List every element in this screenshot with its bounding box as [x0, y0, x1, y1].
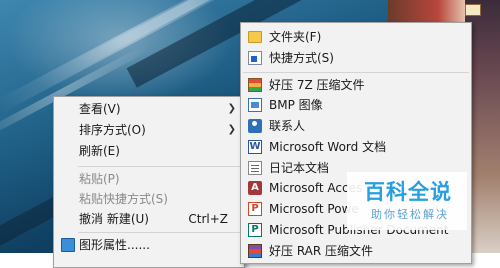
- graphics-properties-icon: [61, 238, 75, 252]
- submenu-item-shortcut-label: 快捷方式(S): [269, 51, 334, 65]
- contact-icon: [248, 119, 262, 133]
- menu-item-refresh[interactable]: 刷新(E): [54, 141, 244, 161]
- menu-item-sort-by[interactable]: 排序方式(O) ❯: [54, 120, 244, 140]
- submenu-item-word-document-label: Microsoft Word 文档: [269, 140, 387, 154]
- desktop-context-menu: 查看(V) ❯ 排序方式(O) ❯ 刷新(E) 粘贴(P) 粘贴快捷方式(S) …: [53, 96, 245, 268]
- menu-item-view-label: 查看(V): [79, 102, 121, 116]
- journal-icon: [248, 161, 262, 175]
- menu-item-paste-label: 粘贴(P): [79, 172, 120, 186]
- submenu-item-bmp-image-label: BMP 图像: [269, 98, 323, 112]
- submenu-item-shortcut[interactable]: 快捷方式(S): [241, 48, 471, 68]
- menu-item-paste: 粘贴(P): [54, 169, 244, 189]
- menu-item-undo-new-shortcut: Ctrl+Z: [188, 212, 228, 226]
- menu-item-graphics-properties[interactable]: 图形属性......: [54, 235, 244, 255]
- shortcut-icon: [248, 51, 262, 65]
- submenu-item-rar-archive-label: 好压 RAR 压缩文件: [269, 244, 374, 258]
- chevron-right-icon: ❯: [227, 103, 236, 114]
- submenu-item-contact[interactable]: 联系人: [241, 116, 471, 136]
- submenu-item-folder-label: 文件夹(F): [269, 30, 322, 44]
- submenu-item-rar-archive[interactable]: 好压 RAR 压缩文件: [241, 241, 471, 261]
- submenu-item-powerpoint-label: Microsoft Powe: [269, 202, 359, 216]
- publisher-icon: P: [248, 223, 262, 237]
- menu-item-undo-new-label: 撤消 新建(U): [79, 212, 149, 226]
- powerpoint-icon: P: [248, 202, 262, 216]
- menu-item-refresh-label: 刷新(E): [79, 144, 120, 158]
- watermark-title: 百科全说: [364, 180, 452, 204]
- word-icon: W: [248, 140, 262, 154]
- submenu-item-7z-archive-label: 好压 7Z 压缩文件: [269, 78, 365, 92]
- menu-item-paste-shortcut-label: 粘贴快捷方式(S): [79, 192, 168, 206]
- menu-separator: [243, 72, 469, 73]
- menu-item-paste-shortcut: 粘贴快捷方式(S): [54, 189, 244, 209]
- access-icon: A: [248, 181, 262, 195]
- folder-icon: [248, 31, 262, 43]
- archive-rar-icon: [248, 244, 262, 258]
- menu-separator: [78, 166, 242, 167]
- bmp-image-icon: [248, 98, 262, 112]
- chevron-right-icon: ❯: [227, 124, 236, 135]
- menu-item-sort-by-label: 排序方式(O): [79, 123, 146, 137]
- menu-separator: [78, 232, 242, 233]
- submenu-item-word-document[interactable]: W Microsoft Word 文档: [241, 137, 471, 157]
- menu-item-undo-new[interactable]: 撤消 新建(U) Ctrl+Z: [54, 209, 244, 229]
- submenu-item-contact-label: 联系人: [269, 119, 306, 133]
- desktop-tray-icon[interactable]: [465, 4, 481, 16]
- submenu-item-bmp-image[interactable]: BMP 图像: [241, 95, 471, 115]
- watermark-subtitle: 助你轻松解决: [371, 208, 449, 221]
- submenu-item-7z-archive[interactable]: 好压 7Z 压缩文件: [241, 75, 471, 95]
- submenu-item-journal-document-label: 日记本文档: [269, 161, 330, 175]
- archive-7z-icon: [248, 78, 262, 92]
- menu-item-graphics-properties-label: 图形属性......: [79, 238, 150, 252]
- submenu-item-folder[interactable]: 文件夹(F): [241, 27, 471, 47]
- menu-item-view[interactable]: 查看(V) ❯: [54, 99, 244, 119]
